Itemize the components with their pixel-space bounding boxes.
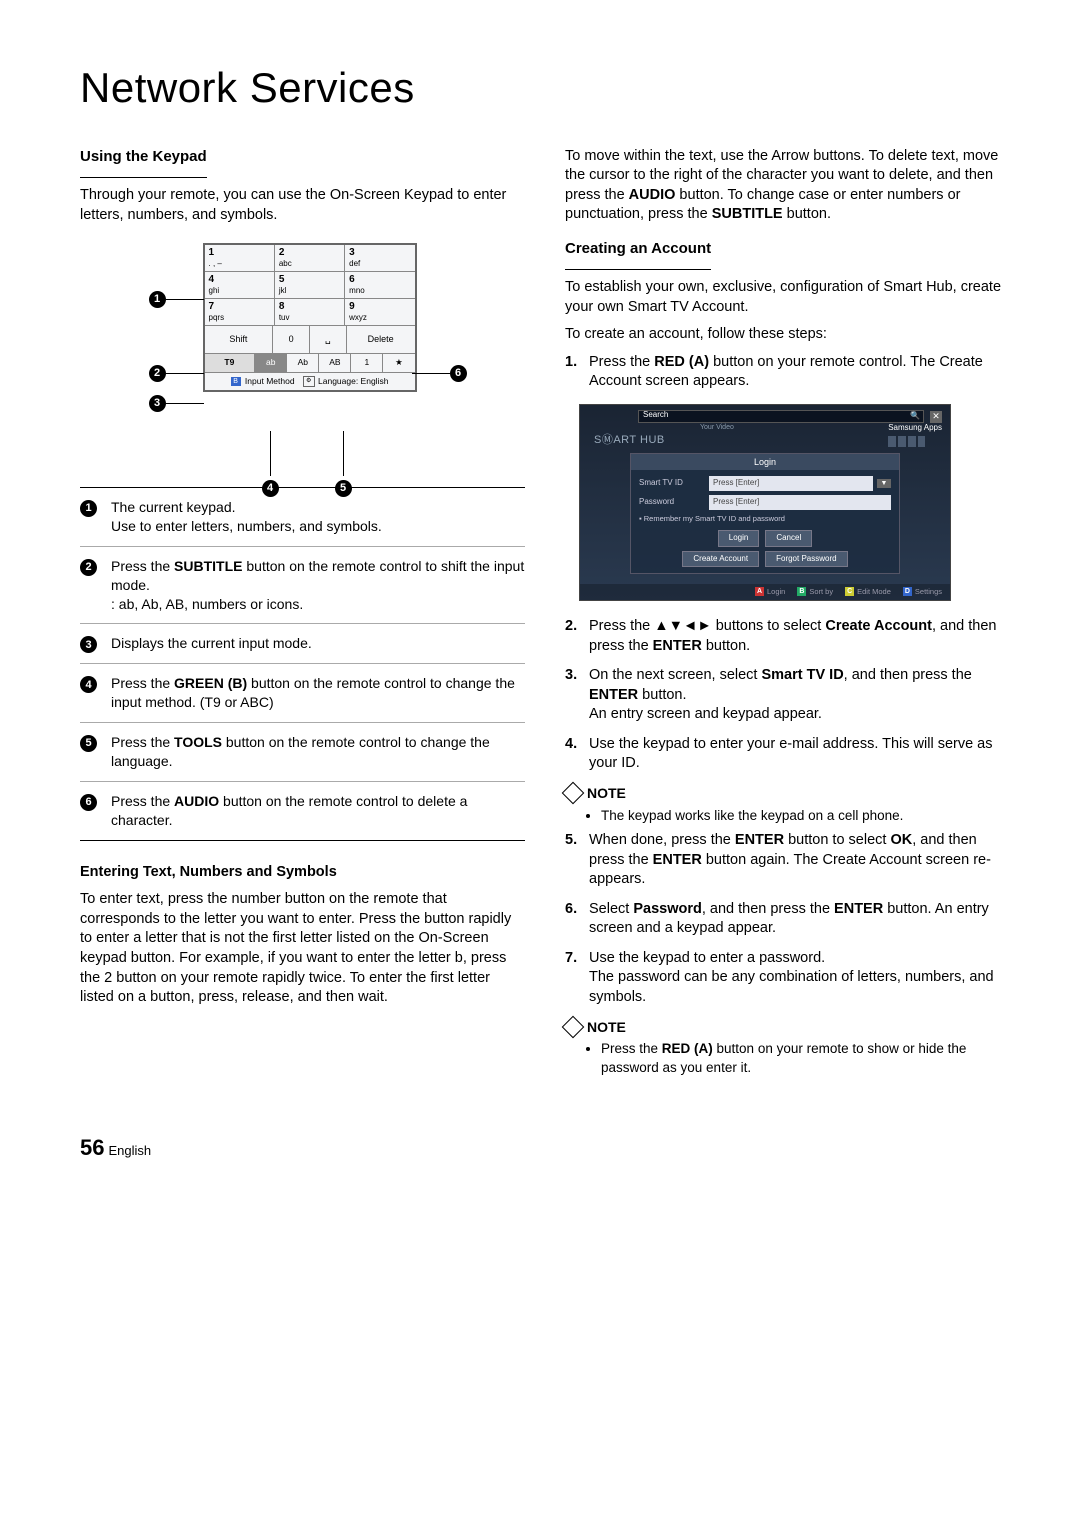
step-7: Use the keypad to enter a password.The p… [589,949,1010,1008]
step-num-6: 6. [565,900,589,939]
legend-text-6: Press the AUDIO button on the remote con… [111,792,525,830]
heading-entering-text: Entering Text, Numbers and Symbols [80,863,525,883]
remember-checkbox-label: ▪ Remember my Smart TV ID and password [639,514,891,524]
keypad-figure: 1 2 3 6 1. , – 2abc 3def 4ghi 5jkl 6mno … [153,243,453,462]
key-4: 4ghi [205,272,275,298]
mode-ab-upper: AB [319,354,351,371]
note-label-1: NOTE [565,784,1010,803]
step-num-2: 2. [565,617,589,656]
key-9: 9wxyz [345,299,414,325]
onscreen-keypad: 1. , – 2abc 3def 4ghi 5jkl 6mno 7pqrs 8t… [203,243,417,392]
callout-1: 1 [149,291,166,308]
key-delete: Delete [347,326,415,353]
forgot-password-button: Forgot Password [765,551,847,568]
smart-hub-screenshot: Search 🔍 ✕ SⓂART HUB Your Video Samsung … [579,404,951,601]
intro-paragraph: Through your remote, you can use the On-… [80,186,525,225]
legend-num-1: 1 [80,500,97,517]
move-delete-paragraph: To move within the text, use the Arrow b… [565,147,1010,225]
search-icon: 🔍 [910,411,920,422]
page-language: English [108,1143,151,1158]
callout-legend: 1 The current keypad. Use to enter lette… [80,487,525,841]
heading-creating-account: Creating an Account [565,239,711,261]
pw-field: Press [Enter] [709,495,891,510]
page-number: 56English [80,1133,1010,1163]
close-icon: ✕ [930,411,942,423]
step-1: Press the RED (A) button on your remote … [589,353,1010,392]
smarthub-logo: SⓂART HUB [594,433,665,448]
search-bar: Search 🔍 [638,410,924,423]
callout-5: 5 [335,480,352,497]
mode-numeric: 1 [351,354,383,371]
key-8: 8tuv [275,299,345,325]
step-4: Use the keypad to enter your e-mail addr… [589,735,1010,774]
legend-text-4: Press the GREEN (B) button on the remote… [111,674,525,712]
key-1: 1. , – [205,245,275,271]
legend-text-1a: The current keypad. [111,499,236,515]
step-6: Select Password, and then press the ENTE… [589,900,1010,939]
note-text-2: Press the RED (A) button on your remote … [601,1040,1010,1076]
step-num-5: 5. [565,831,589,890]
cancel-button: Cancel [765,530,812,547]
keypad-info-bar: B Input Method ⚙ Language: English [205,373,415,390]
callout-2: 2 [149,365,166,382]
screen-bottom-legend: ALogin BSort by CEdit Mode DSettings [580,584,950,600]
legend-text-1b: Use to enter letters, numbers, and symbo… [111,518,382,534]
heading-using-keypad: Using the Keypad [80,147,207,169]
key-5: 5jkl [275,272,345,298]
right-column: To move within the text, use the Arrow b… [565,147,1010,1083]
legend-text-3: Displays the current input mode. [111,634,312,653]
callout-3: 3 [149,395,166,412]
legend-num-5: 5 [80,735,97,752]
legend-text-2: Press the SUBTITLE button on the remote … [111,557,525,614]
id-dropdown-icon: ▼ [877,479,891,488]
login-button: Login [718,530,760,547]
legend-num-3: 3 [80,636,97,653]
video-bar: Your Video [700,423,734,432]
id-field: Press [Enter] [709,476,873,491]
callout-6: 6 [450,365,467,382]
step-num-4: 4. [565,735,589,774]
legend-text-5: Press the TOOLS button on the remote con… [111,733,525,771]
note-icon [562,1016,585,1039]
key-7: 7pqrs [205,299,275,325]
note-icon [562,782,585,805]
tools-icon: ⚙ [303,376,315,387]
note-label-2: NOTE [565,1018,1010,1037]
mode-symbol: ★ [383,354,414,371]
key-zero: 0 [273,326,310,353]
mode-t9: T9 [205,354,256,371]
creating-account-follow: To create an account, follow these steps… [565,325,1010,345]
callout-4: 4 [262,480,279,497]
step-3: On the next screen, select Smart TV ID, … [589,666,1010,725]
left-column: Using the Keypad Through your remote, yo… [80,147,525,1083]
login-dialog: Login Smart TV ID Press [Enter] ▼ Passwo… [630,453,900,574]
entering-text-paragraph: To enter text, press the number button o… [80,890,525,1007]
step-num-7: 7. [565,949,589,1008]
chapter-title: Network Services [80,60,1010,117]
step-5: When done, press the ENTER button to sel… [589,831,1010,890]
key-shift: Shift [205,326,274,353]
legend-num-4: 4 [80,676,97,693]
pw-label: Password [639,497,709,508]
legend-num-2: 2 [80,559,97,576]
step-num-1: 1. [565,353,589,392]
login-dialog-title: Login [631,454,899,470]
creating-account-intro: To establish your own, exclusive, config… [565,278,1010,317]
b-key-icon: B [231,377,241,386]
step-2: Press the ▲▼◄► buttons to select Create … [589,617,1010,656]
key-2: 2abc [275,245,345,271]
id-label: Smart TV ID [639,478,709,489]
key-6: 6mno [345,272,414,298]
note-text-1: The keypad works like the keypad on a ce… [601,807,1010,825]
key-space: ␣ [310,326,347,353]
create-account-button: Create Account [682,551,759,568]
step-num-3: 3. [565,666,589,725]
mode-ab-lower: ab [255,354,287,371]
samsung-apps-area: Samsung Apps [888,423,942,447]
legend-num-6: 6 [80,794,97,811]
key-3: 3def [345,245,414,271]
mode-ab-mixed: Ab [287,354,319,371]
